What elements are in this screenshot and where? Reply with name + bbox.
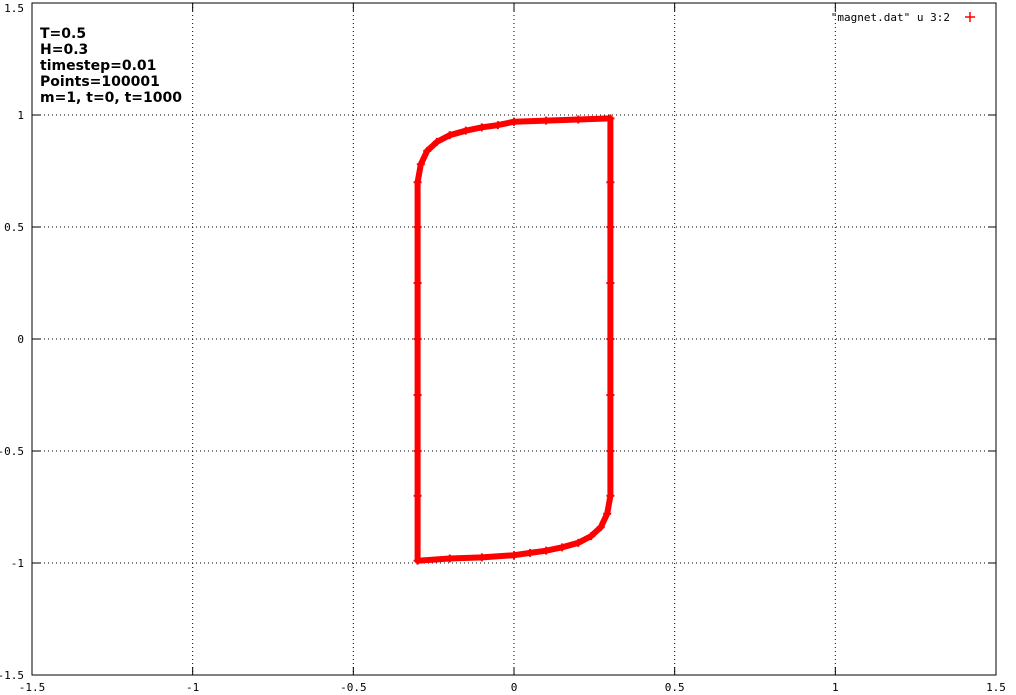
y-tick-label: 1 [17, 109, 24, 122]
annotation-points: Points=100001 [40, 74, 160, 90]
y-tick-label: -1.5 [0, 669, 24, 682]
y-tick-label: -0.5 [0, 445, 24, 458]
x-tick-label: 0.5 [665, 681, 685, 694]
y-tick-label: -1 [11, 557, 24, 570]
annotation-timestep: timestep=0.01 [40, 58, 156, 74]
y-tick-label: 0 [17, 333, 24, 346]
y-tick-label: 1.5 [4, 2, 24, 15]
x-tick-label: -1 [186, 681, 199, 694]
legend: "magnet.dat" u 3:2 [831, 11, 975, 24]
legend-marker [965, 12, 975, 22]
x-tick-label: 1 [832, 681, 839, 694]
legend-label: "magnet.dat" u 3:2 [831, 11, 950, 24]
x-tick-label: -1.5 [19, 681, 46, 694]
y-tick-label: 0.5 [4, 221, 24, 234]
annotation-block: T=0.5 H=0.3 timestep=0.01 Points=100001 … [40, 26, 182, 106]
annotation-parameters: m=1, t=0, t=1000 [40, 90, 182, 106]
x-tick-label: -0.5 [340, 681, 367, 694]
annotation-field: H=0.3 [40, 42, 88, 58]
x-axis-ticks: -1.5 -1 -0.5 0 0.5 1 1.5 [19, 3, 1006, 694]
legend-plus-icon [965, 12, 975, 22]
x-tick-label: 0 [511, 681, 518, 694]
annotation-temperature: T=0.5 [40, 26, 86, 42]
hysteresis-chart: -1.5 -1 -0.5 0 0.5 1 1.5 1.5 1 0.5 0 -0.5 -1 -1.5 T=… [0, 2, 1006, 694]
x-tick-label: 1.5 [986, 681, 1006, 694]
